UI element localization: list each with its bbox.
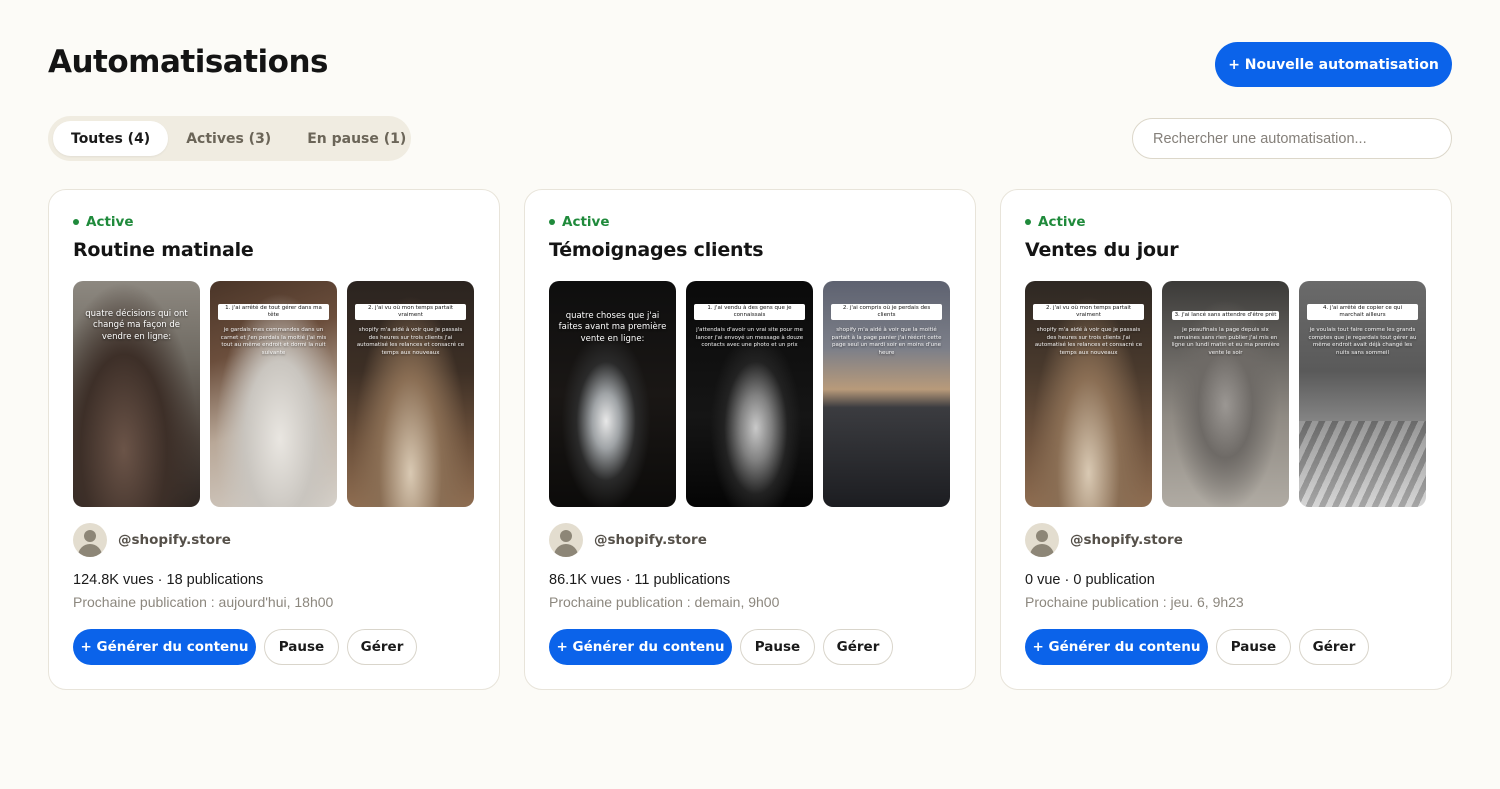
thumbnail[interactable]: 2. j'ai compris où je perdais des client…	[823, 281, 950, 507]
thumbnail-body: je peaufinais la page depuis six semaine…	[1171, 326, 1280, 356]
thumbnail[interactable]: 2. j'ai vu où mon temps partait vraiment…	[347, 281, 474, 507]
card-stats: 124.8K vues · 18 publications	[73, 572, 264, 588]
author: @shopify.store	[73, 523, 231, 557]
card-stats: 86.1K vues · 11 publications	[549, 572, 731, 588]
new-automation-button[interactable]: + Nouvelle automatisation	[1215, 42, 1452, 87]
thumbnail[interactable]: quatre décisions qui ont changé ma façon…	[73, 281, 200, 507]
thumbnail-strip: quatre décisions qui ont changé ma façon…	[73, 281, 474, 507]
card-title: Ventes du jour	[1025, 239, 1179, 261]
search-input[interactable]	[1132, 118, 1452, 159]
next-publication: Prochaine publication : aujourd'hui, 18h…	[73, 594, 334, 610]
thumbnail-tag: 4. j'ai arrêté de copier ce qui marchait…	[1307, 304, 1418, 320]
status-badge: Active	[73, 214, 134, 230]
card-title: Témoignages clients	[549, 239, 764, 261]
thumbnail-body: shopify m'a aidé à voir que je passais d…	[1034, 326, 1143, 356]
thumbnail-headline: quatre choses que j'ai faites avant ma p…	[558, 311, 667, 344]
manage-button[interactable]: Gérer	[823, 629, 893, 665]
page-title: Automatisations	[48, 44, 328, 80]
thumbnail[interactable]: 3. j'ai lancé sans attendre d'être prêt j…	[1162, 281, 1289, 507]
thumbnail[interactable]: quatre choses que j'ai faites avant ma p…	[549, 281, 676, 507]
card-actions: + Générer du contenu Pause Gérer	[549, 629, 893, 665]
automation-card-temoignages-clients: Active Témoignages clients quatre choses…	[524, 189, 976, 690]
pause-button[interactable]: Pause	[740, 629, 815, 665]
author-handle: @shopify.store	[594, 532, 707, 548]
tab-all[interactable]: Toutes (4)	[53, 121, 169, 156]
card-actions: + Générer du contenu Pause Gérer	[1025, 629, 1369, 665]
thumbnail-strip: quatre choses que j'ai faites avant ma p…	[549, 281, 950, 507]
status-badge: Active	[1025, 214, 1086, 230]
pause-button[interactable]: Pause	[1216, 629, 1291, 665]
thumbnail-strip: 2. j'ai vu où mon temps partait vraiment…	[1025, 281, 1426, 507]
thumbnail[interactable]: 4. j'ai arrêté de copier ce qui marchait…	[1299, 281, 1426, 507]
tab-active[interactable]: Actives (3)	[168, 121, 289, 156]
author: @shopify.store	[549, 523, 707, 557]
filter-tabs: Toutes (4) Actives (3) En pause (1)	[48, 116, 411, 161]
card-stats: 0 vue · 0 publication	[1025, 572, 1155, 588]
thumbnail-tag: 2. j'ai vu où mon temps partait vraiment	[355, 304, 466, 320]
next-publication: Prochaine publication : jeu. 6, 9h23	[1025, 594, 1244, 610]
tab-paused[interactable]: En pause (1)	[289, 121, 424, 156]
next-publication: Prochaine publication : demain, 9h00	[549, 594, 780, 610]
thumbnail[interactable]: 1. j'ai arrêté de tout gérer dans ma têt…	[210, 281, 337, 507]
avatar	[1025, 523, 1059, 557]
thumbnail-tag: 1. j'ai vendu à des gens que je connaiss…	[694, 304, 805, 320]
thumbnail-body: shopify m'a aidé à voir que je passais d…	[356, 326, 465, 356]
thumbnail-tag: 1. j'ai arrêté de tout gérer dans ma têt…	[218, 304, 329, 320]
thumbnail-tag: 2. j'ai compris où je perdais des client…	[831, 304, 942, 320]
status-dot-icon	[1025, 219, 1031, 225]
avatar	[549, 523, 583, 557]
avatar	[73, 523, 107, 557]
card-actions: + Générer du contenu Pause Gérer	[73, 629, 417, 665]
author: @shopify.store	[1025, 523, 1183, 557]
manage-button[interactable]: Gérer	[1299, 629, 1369, 665]
thumbnail-body: je voulais tout faire comme les grands c…	[1308, 326, 1417, 356]
thumbnail[interactable]: 2. j'ai vu où mon temps partait vraiment…	[1025, 281, 1152, 507]
thumbnail-tag: 2. j'ai vu où mon temps partait vraiment	[1033, 304, 1144, 320]
pause-button[interactable]: Pause	[264, 629, 339, 665]
status-dot-icon	[73, 219, 79, 225]
thumbnail[interactable]: 1. j'ai vendu à des gens que je connaiss…	[686, 281, 813, 507]
author-handle: @shopify.store	[1070, 532, 1183, 548]
automation-card-routine-matinale: Active Routine matinale quatre décisions…	[48, 189, 500, 690]
author-handle: @shopify.store	[118, 532, 231, 548]
status-badge: Active	[549, 214, 610, 230]
thumbnail-body: j'attendais d'avoir un vrai site pour me…	[695, 326, 804, 349]
status-dot-icon	[549, 219, 555, 225]
generate-content-button[interactable]: + Générer du contenu	[549, 629, 732, 665]
thumbnail-body: shopify m'a aidé à voir que la moitié pa…	[831, 326, 942, 356]
generate-content-button[interactable]: + Générer du contenu	[73, 629, 256, 665]
thumbnail-tag: 3. j'ai lancé sans attendre d'être prêt	[1171, 311, 1280, 320]
thumbnail-body: je gardais mes commandes dans un carnet …	[220, 326, 327, 356]
automation-card-ventes-du-jour: Active Ventes du jour 2. j'ai vu où mon …	[1000, 189, 1452, 690]
manage-button[interactable]: Gérer	[347, 629, 417, 665]
generate-content-button[interactable]: + Générer du contenu	[1025, 629, 1208, 665]
card-title: Routine matinale	[73, 239, 254, 261]
thumbnail-headline: quatre décisions qui ont changé ma façon…	[85, 309, 188, 342]
